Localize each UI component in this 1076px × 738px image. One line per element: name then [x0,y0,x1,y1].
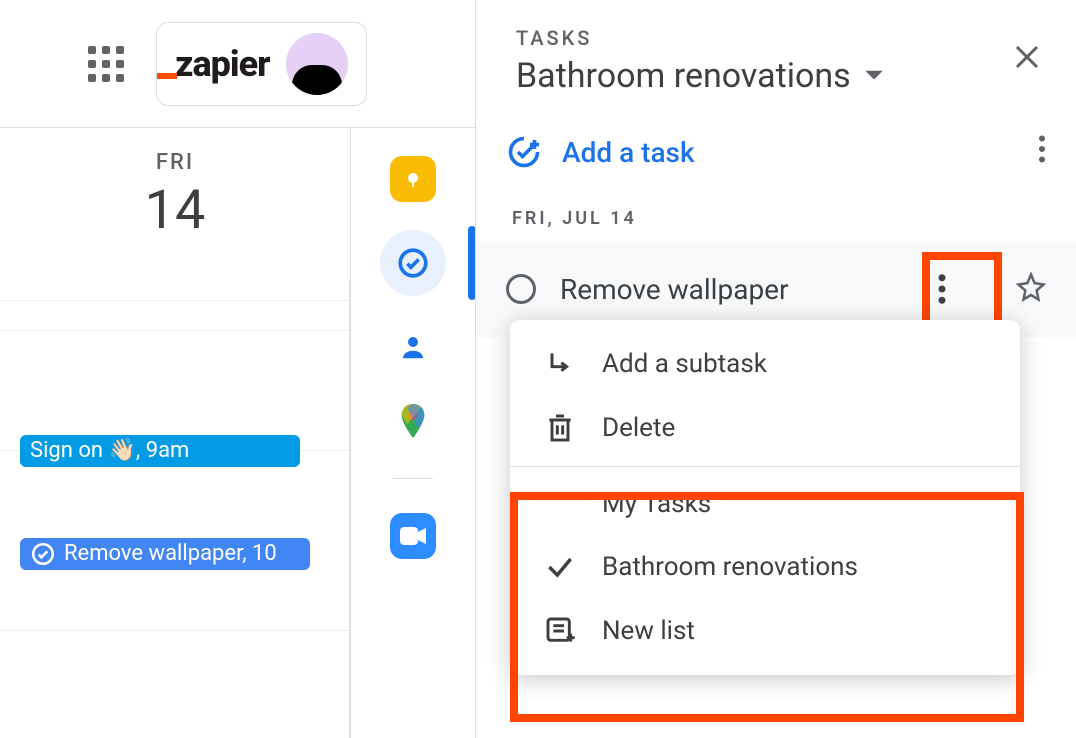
chevron-down-icon [863,69,885,83]
rail-separator [393,478,433,479]
brand-logo-text: zapier [175,43,270,85]
workspace-brand: zapier [156,22,367,106]
task-check-icon [30,541,56,567]
list-options-icon[interactable] [1038,135,1046,170]
menu-item-label: My Tasks [602,489,711,519]
close-icon[interactable] [1012,42,1042,76]
subtask-arrow-icon [544,348,576,380]
menu-item-label: Add a subtask [602,349,767,379]
check-icon [544,551,576,583]
add-task-row[interactable]: Add a task [476,106,1076,192]
task-list-name: Bathroom renovations [516,56,851,96]
calendar-day-header: FRI 14 [0,150,350,242]
add-task-label: Add a task [562,136,695,169]
menu-new-list[interactable]: New list [510,599,1020,663]
menu-separator [510,466,1020,467]
menu-list-my-tasks[interactable]: My Tasks [510,473,1020,535]
contacts-icon[interactable] [390,324,436,370]
calendar-event[interactable]: Sign on 👋🏻, 9am [20,435,300,467]
event-title: Remove wallpaper, 10 [64,538,277,570]
menu-delete[interactable]: Delete [510,396,1020,460]
zoom-icon[interactable] [390,513,436,559]
task-list-dropdown[interactable]: Bathroom renovations [516,56,1036,96]
new-list-icon [544,615,576,647]
maps-icon[interactable] [390,398,436,444]
menu-list-bathroom[interactable]: Bathroom renovations [510,535,1020,599]
trash-icon [544,412,576,444]
menu-item-label: New list [602,616,695,646]
add-task-icon [506,134,542,170]
menu-add-subtask[interactable]: Add a subtask [510,332,1020,396]
task-date-header: FRI, JUL 14 [476,192,1076,241]
tasks-panel-label: TASKS [516,26,1036,50]
calendar-grid: Sign on 👋🏻, 9am Remove wallpaper, 10 [0,280,350,738]
task-complete-toggle[interactable] [506,274,536,304]
apps-launcher-icon[interactable] [88,46,124,82]
menu-item-label: Bathroom renovations [602,552,858,582]
task-title: Remove wallpaper [560,273,789,306]
tasks-app-icon[interactable] [380,230,446,296]
account-avatar[interactable] [286,33,348,95]
event-title: Sign on 👋🏻, 9am [30,435,189,467]
star-icon[interactable] [1016,272,1046,306]
keep-icon[interactable] [390,156,436,202]
side-panel-rail [350,128,475,738]
calendar-date-number[interactable]: 14 [0,179,350,242]
task-options-menu: Add a subtask Delete My Tasks Bathroom r… [510,320,1020,675]
menu-item-label: Delete [602,413,675,443]
calendar-event[interactable]: Remove wallpaper, 10 [20,538,310,570]
calendar-weekday: FRI [0,150,350,175]
